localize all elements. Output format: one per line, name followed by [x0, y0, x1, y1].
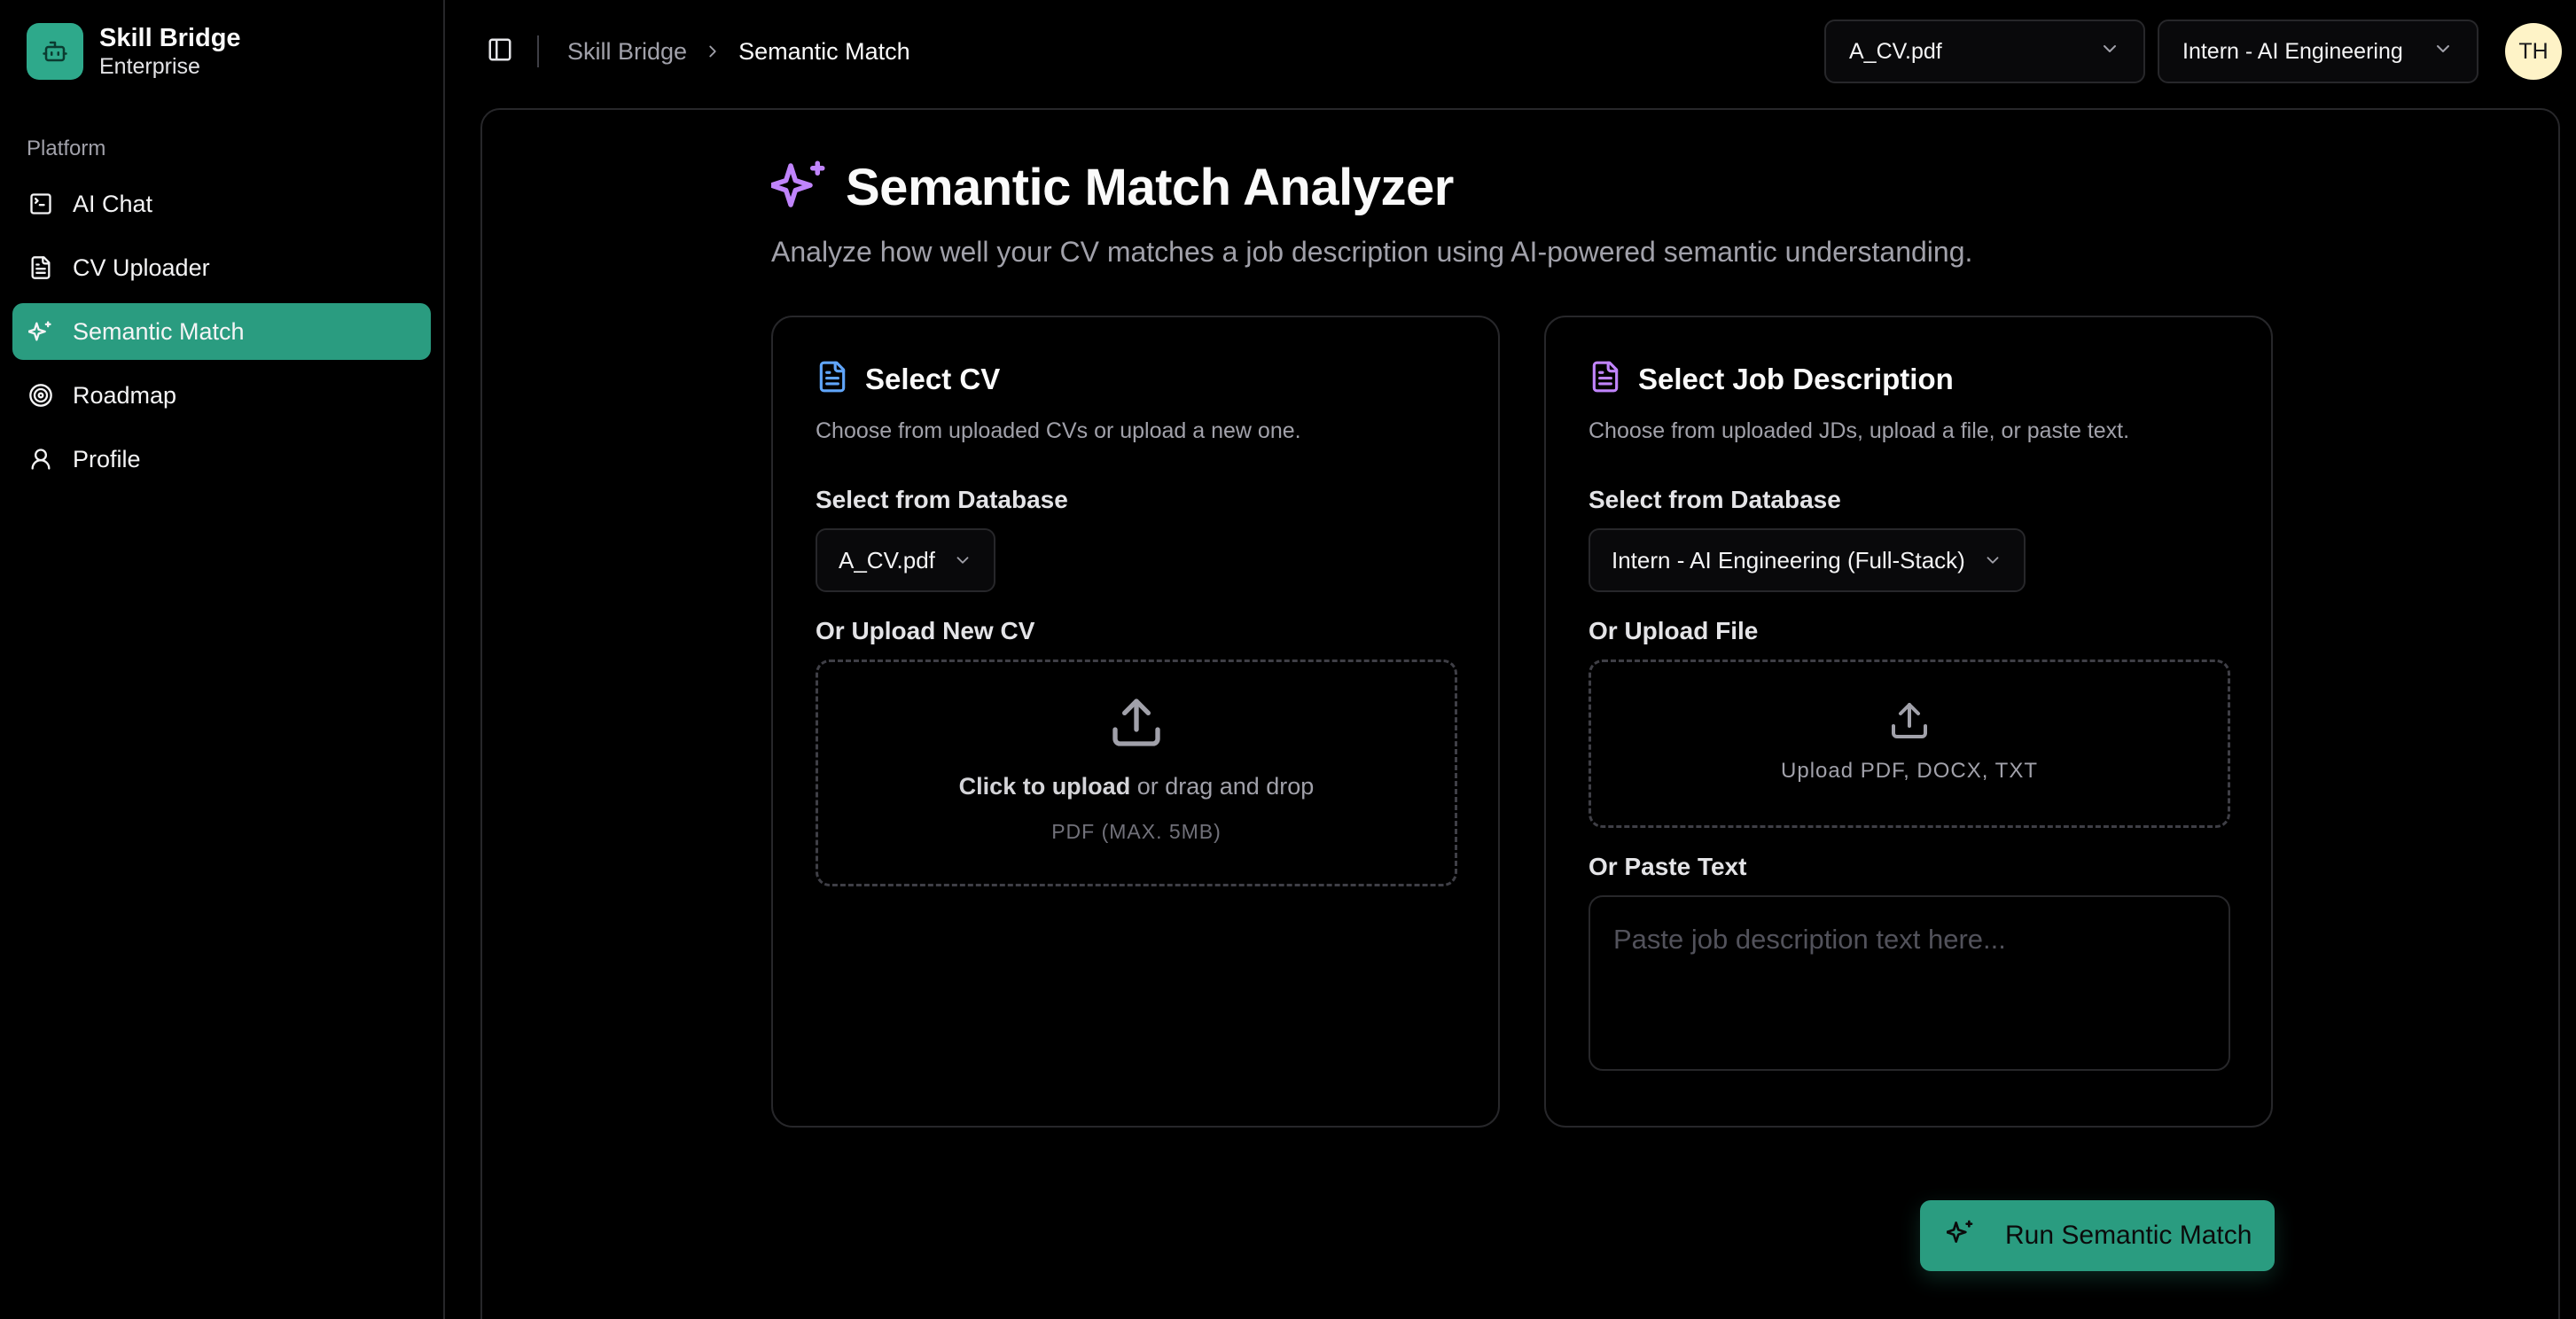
sparkles-icon [1945, 1218, 1975, 1253]
breadcrumb-link-home[interactable]: Skill Bridge [567, 38, 687, 66]
file-text-icon [1589, 360, 1622, 398]
sidebar-item-cv-uploader[interactable]: CV Uploader [12, 239, 431, 296]
jd-upload-dropzone[interactable]: Upload PDF, DOCX, TXT [1589, 660, 2230, 828]
cv-upload-text: Click to upload or drag and drop [959, 773, 1315, 800]
card-description: Choose from uploaded CVs or upload a new… [816, 418, 1301, 443]
panel-left-icon [487, 36, 513, 67]
card-title-row: Select Job Description [1589, 360, 1954, 398]
cv-upload-cta: Click to upload [958, 773, 1131, 800]
header-jd-select[interactable]: Intern - AI Engineering [2158, 20, 2478, 83]
sidebar-item-ai-chat[interactable]: AI Chat [12, 176, 431, 232]
sidebar-item-label: Semantic Match [73, 317, 245, 345]
brand[interactable]: Skill Bridge Enterprise [27, 23, 241, 80]
bot-icon [27, 23, 83, 80]
card-title: Select CV [865, 362, 1001, 395]
page-title: Semantic Match Analyzer [846, 159, 1454, 216]
breadcrumb: Skill Bridge Semantic Match [567, 35, 910, 67]
jd-db-select-value: Intern - AI Engineering (Full-Stack) [1612, 546, 1965, 574]
sidebar-item-label: Profile [73, 445, 141, 472]
nav-group-label: Platform [27, 137, 106, 160]
target-icon [27, 381, 55, 410]
page-title-row: Semantic Match Analyzer [769, 156, 1454, 219]
cv-upload-hint: PDF (MAX. 5MB) [1051, 820, 1222, 843]
chevron-down-icon [2099, 38, 2120, 66]
sidebar-item-semantic-match[interactable]: Semantic Match [12, 303, 431, 360]
chevron-down-icon [953, 550, 972, 570]
cv-upload-label: Or Upload New CV [816, 617, 1035, 644]
header-cv-select[interactable]: A_CV.pdf [1824, 20, 2145, 83]
sidebar-toggle-button[interactable] [482, 34, 518, 69]
sparkles-icon [769, 156, 830, 219]
cv-upload-rest: or drag and drop [1130, 773, 1315, 800]
sparkles-icon [27, 317, 55, 346]
jd-db-label: Select from Database [1589, 486, 1841, 513]
upload-icon [1108, 694, 1165, 755]
select-cv-card: Select CV Choose from uploaded CVs or up… [771, 316, 1500, 1128]
terminal-icon [27, 190, 55, 218]
page-subtitle: Analyze how well your CV matches a job d… [771, 236, 1973, 268]
jd-paste-label: Or Paste Text [1589, 853, 1747, 880]
run-button-label: Run Semantic Match [2005, 1221, 2252, 1250]
file-text-icon [816, 360, 849, 398]
header-divider [537, 35, 539, 67]
header-jd-select-value: Intern - AI Engineering [2182, 38, 2403, 64]
card-title: Select Job Description [1638, 362, 1954, 395]
chevron-right-icon [703, 42, 722, 61]
sidebar-item-profile[interactable]: Profile [12, 431, 431, 488]
chevron-down-icon [2432, 38, 2454, 66]
avatar[interactable]: TH [2505, 23, 2562, 80]
jd-db-select[interactable]: Intern - AI Engineering (Full-Stack) [1589, 528, 2026, 592]
brand-name: Skill Bridge [99, 24, 241, 52]
brand-plan: Enterprise [99, 54, 200, 79]
sidebar-item-label: Roadmap [73, 381, 177, 409]
chevron-down-icon [1983, 550, 2002, 570]
breadcrumb-current: Semantic Match [738, 37, 910, 65]
upload-icon [1888, 699, 1931, 746]
jd-paste-textarea[interactable] [1589, 895, 2230, 1071]
cv-upload-dropzone[interactable]: Click to upload or drag and drop PDF (MA… [816, 660, 1457, 886]
top-header: Skill Bridge Semantic Match A_CV.pdf Int… [445, 0, 2576, 105]
card-description: Choose from uploaded JDs, upload a file,… [1589, 418, 2130, 443]
sidebar-nav: AI Chat CV Uploader Semantic Match Roadm… [12, 176, 431, 495]
jd-upload-hint: Upload PDF, DOCX, TXT [1781, 759, 2038, 783]
header-cv-select-value: A_CV.pdf [1849, 38, 1942, 64]
sidebar-item-label: AI Chat [73, 190, 153, 217]
sidebar-item-label: CV Uploader [73, 254, 210, 281]
file-icon [27, 254, 55, 282]
cv-db-select[interactable]: A_CV.pdf [816, 528, 995, 592]
select-jd-card: Select Job Description Choose from uploa… [1544, 316, 2273, 1128]
sidebar-item-roadmap[interactable]: Roadmap [12, 367, 431, 424]
cv-db-label: Select from Database [816, 486, 1068, 513]
user-icon [27, 445, 55, 473]
sidebar: Skill Bridge Enterprise Platform AI Chat… [0, 0, 445, 1319]
run-semantic-match-button[interactable]: Run Semantic Match [1920, 1200, 2275, 1271]
jd-upload-label: Or Upload File [1589, 617, 1759, 644]
card-title-row: Select CV [816, 360, 1000, 398]
cv-db-select-value: A_CV.pdf [839, 546, 935, 574]
main-panel: Semantic Match Analyzer Analyze how well… [480, 108, 2560, 1319]
